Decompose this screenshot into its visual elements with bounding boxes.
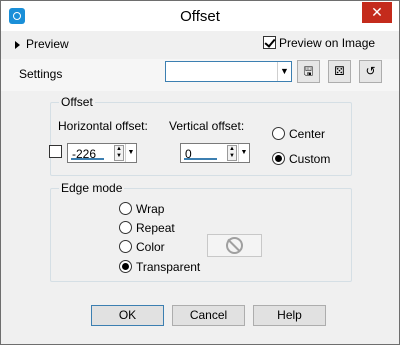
save-preset-button[interactable]: 🖫 [297,60,320,83]
horizontal-offset-field[interactable]: -226 ▲ ▼ ▼ [67,143,137,163]
preview-toggle[interactable]: Preview [15,37,69,51]
radio-on-icon [119,260,132,273]
radio-off-icon [272,127,285,140]
cancel-button[interactable]: Cancel [172,305,245,326]
dialog-body: Preview Preview on Image Settings ▼ 🖫 ⚄ … [1,31,399,344]
offset-caption: Offset [59,95,95,109]
ok-button[interactable]: OK [91,305,164,326]
spin-arrows-icon[interactable]: ▲ ▼ [227,145,237,161]
help-button[interactable]: Help [253,305,326,326]
reset-button[interactable]: ↺ [359,60,382,83]
close-icon: ✕ [371,4,383,20]
title-bar: Offset ✕ [1,1,399,31]
settings-label: Settings [19,67,63,81]
link-offsets-checkbox[interactable] [49,145,62,158]
reset-icon: ↺ [365,64,376,78]
custom-radio[interactable]: Custom [272,152,330,166]
no-color-icon [226,237,243,254]
center-radio[interactable]: Center [272,127,325,141]
value-slider-bar[interactable] [184,158,217,160]
radio-on-icon [272,152,285,165]
chevron-down-icon[interactable]: ▼ [125,144,136,162]
chevron-down-icon[interactable]: ▼ [277,62,291,81]
edge-repeat-radio[interactable]: Repeat [119,221,175,235]
center-label: Center [289,127,326,141]
edge-wrap-label: Wrap [136,202,165,216]
chevron-down-icon[interactable]: ▼ [238,144,249,162]
window-title: Offset [180,8,220,25]
settings-row: Settings ▼ 🖫 ⚄ ↺ [1,59,399,91]
close-button[interactable]: ✕ [362,2,392,23]
custom-label: Custom [289,152,331,166]
radio-off-icon [119,240,132,253]
randomize-icon: ⚄ [334,64,345,78]
edge-transparent-radio[interactable]: Transparent [119,260,200,274]
edge-mode-caption: Edge mode [59,181,125,195]
edge-repeat-label: Repeat [136,221,175,235]
edge-wrap-radio[interactable]: Wrap [119,202,164,216]
edge-color-swatch[interactable] [207,234,262,257]
radio-off-icon [119,202,132,215]
vertical-offset-label: Vertical offset: [169,119,245,133]
edge-color-label: Color [136,240,165,254]
preview-on-image-checkbox[interactable]: Preview on Image [263,36,375,50]
expand-triangle-icon [15,41,20,49]
value-slider-bar[interactable] [71,158,104,160]
randomize-button[interactable]: ⚄ [328,60,351,83]
preview-label: Preview [26,37,69,51]
radio-off-icon [119,221,132,234]
save-preset-icon: 🖫 [303,64,314,78]
preview-on-image-label: Preview on Image [279,36,376,50]
vertical-offset-field[interactable]: 0 ▲ ▼ ▼ [180,143,250,163]
edge-transparent-label: Transparent [136,260,201,274]
horizontal-offset-label: Horizontal offset: [58,119,148,133]
preset-dropdown[interactable]: ▼ [165,61,292,82]
edge-color-radio[interactable]: Color [119,240,165,254]
checkbox-checked-icon [263,36,276,49]
edge-mode-group: Edge mode [50,181,352,282]
spin-arrows-icon[interactable]: ▲ ▼ [114,145,124,161]
offset-dialog: Offset ✕ Preview Preview on Image Settin… [0,0,400,345]
